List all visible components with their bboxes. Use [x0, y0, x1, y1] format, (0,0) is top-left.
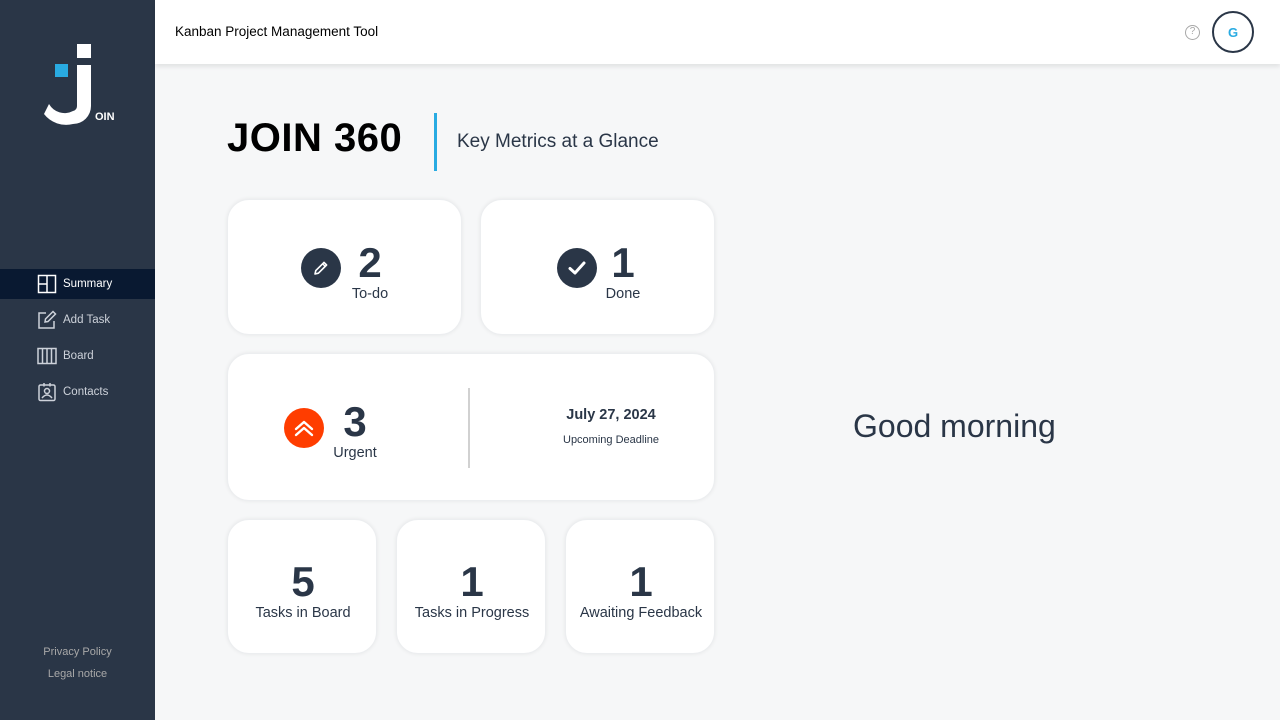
- urgent-count: 3: [343, 398, 367, 445]
- awaiting-feedback-label: Awaiting Feedback: [579, 605, 703, 621]
- tasks-in-board-label: Tasks in Board: [255, 605, 351, 621]
- privacy-policy-link[interactable]: Privacy Policy: [0, 646, 155, 658]
- add-task-icon: [37, 310, 57, 330]
- tasks-in-progress-card[interactable]: 1 Tasks in Progress: [396, 519, 546, 654]
- pencil-icon: [301, 248, 341, 288]
- sidebar-item-contacts[interactable]: Contacts: [0, 377, 155, 407]
- deadline-date: July 27, 2024: [566, 407, 656, 423]
- urgent-divider: [468, 388, 470, 468]
- todo-label: To-do: [351, 286, 389, 302]
- page-subtitle: Key Metrics at a Glance: [457, 131, 659, 152]
- sidebar-item-label: Add Task: [63, 314, 111, 326]
- awaiting-feedback-count: 1: [629, 558, 653, 605]
- tasks-in-progress-count: 1: [460, 558, 484, 605]
- top-header: Kanban Project Management Tool ? G: [155, 0, 1280, 64]
- sidebar-item-label: Contacts: [63, 386, 109, 398]
- board-icon: [37, 346, 57, 366]
- logo-suffix: OIN: [95, 111, 115, 123]
- title-divider: [434, 113, 437, 171]
- user-avatar[interactable]: G: [1212, 11, 1254, 53]
- todo-count: 2: [358, 239, 382, 286]
- urgent-label: Urgent: [333, 445, 377, 461]
- deadline-label: Upcoming Deadline: [563, 434, 659, 446]
- legal-notice-link[interactable]: Legal notice: [0, 668, 155, 680]
- tasks-in-progress-label: Tasks in Progress: [414, 605, 530, 621]
- tasks-in-board-count: 5: [291, 558, 315, 605]
- awaiting-feedback-card[interactable]: 1 Awaiting Feedback: [565, 519, 715, 654]
- help-icon[interactable]: ?: [1185, 25, 1200, 40]
- done-count: 1: [611, 239, 635, 286]
- app-title: Kanban Project Management Tool: [175, 24, 379, 39]
- sidebar-item-board[interactable]: Board: [0, 341, 155, 371]
- sidebar: OIN Summary Add Task Board Contacts Priv…: [0, 0, 155, 720]
- join-logo[interactable]: OIN: [44, 42, 116, 126]
- check-icon: [557, 248, 597, 288]
- sidebar-item-add-task[interactable]: Add Task: [0, 305, 155, 335]
- sidebar-footer: Privacy Policy Legal notice: [0, 646, 155, 690]
- summary-icon: [37, 274, 57, 294]
- sidebar-nav: Summary Add Task Board Contacts: [0, 269, 155, 413]
- done-label: Done: [605, 286, 641, 302]
- tasks-in-board-card[interactable]: 5 Tasks in Board: [227, 519, 377, 654]
- page-title: JOIN 360: [227, 116, 403, 160]
- todo-card[interactable]: 2 To-do: [227, 199, 462, 335]
- urgent-card[interactable]: 3 Urgent July 27, 2024 Upcoming Deadline: [227, 353, 715, 501]
- sidebar-item-summary[interactable]: Summary: [0, 269, 155, 299]
- sidebar-item-label: Board: [63, 350, 94, 362]
- done-card[interactable]: 1 Done: [480, 199, 715, 335]
- greeting-text: Good morning: [853, 408, 1056, 444]
- contacts-icon: [37, 382, 57, 402]
- urgent-priority-icon: [284, 408, 324, 448]
- sidebar-item-label: Summary: [63, 278, 113, 290]
